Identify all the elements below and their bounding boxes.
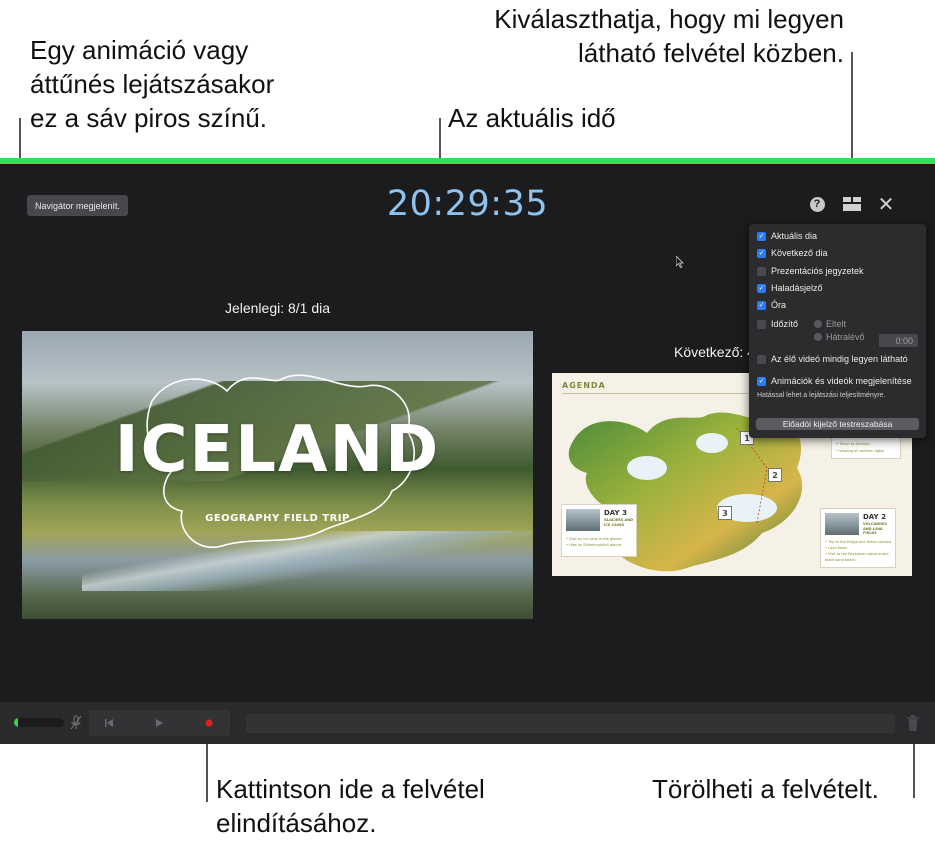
clock: 20:29:35 (386, 184, 549, 224)
map-badge-2: 2 (768, 468, 782, 482)
leader-start-recording (206, 736, 208, 802)
menu-item-next-slide[interactable]: ✓ Következő dia (757, 247, 828, 259)
day2-card: DAY 2 VOLCANOES AND LAVA FIELDS • Trip t… (820, 508, 896, 568)
trash-icon[interactable] (906, 714, 920, 732)
current-slide-subtitle: GEOGRAPHY FIELD TRIP (205, 513, 350, 524)
layout-options-icon[interactable] (842, 194, 862, 214)
radio-icon[interactable] (814, 333, 822, 341)
layout-grid-icon (843, 197, 861, 211)
checkbox-unchecked-icon[interactable] (757, 319, 766, 329)
customize-presenter-display-button[interactable]: Előadói kijelző testreszabása (756, 418, 919, 430)
play-icon (156, 719, 163, 727)
radio-icon[interactable] (814, 320, 822, 328)
checkbox-unchecked-icon[interactable] (757, 266, 766, 276)
skip-back-icon (105, 719, 113, 727)
timer-option-elapsed[interactable]: Eltelt (814, 319, 846, 329)
playback-controls (89, 710, 230, 736)
current-slide-label: Jelenlegi: 8/1 dia (224, 300, 331, 316)
checkbox-unchecked-icon[interactable] (757, 354, 766, 364)
presenter-display: Navigátor megjelenít. 20:29:35 ? ✕ Jelen… (0, 164, 935, 744)
map-badge-3: 3 (718, 506, 732, 520)
timer-value-field[interactable] (879, 334, 918, 347)
checkbox-checked-icon[interactable]: ✓ (757, 376, 766, 386)
recording-timeline[interactable] (246, 714, 895, 733)
rewind-button[interactable] (89, 710, 129, 736)
next-slide-label: Következő: 4 (674, 344, 755, 360)
day3-card: DAY 3 GLACIERS AND ICE CAVES • Visit an … (561, 504, 637, 557)
callout-current-time: Az aktuális idő (448, 103, 616, 133)
menu-item-animations[interactable]: ✓ Animációk és videók megjelenítése (757, 375, 912, 387)
callout-delete-recording: Törölheti a felvételt. (652, 774, 879, 804)
menu-item-timer[interactable]: Időzítő (757, 318, 798, 330)
day3-photo (566, 509, 600, 531)
mouse-cursor-icon (676, 256, 684, 268)
record-icon (205, 719, 213, 727)
menu-item-progress[interactable]: ✓ Haladásjelző (757, 282, 823, 294)
microphone-muted-icon[interactable] (70, 713, 82, 733)
show-navigator-button[interactable]: Navigátor megjelenít. (27, 195, 128, 216)
menu-item-live-video[interactable]: Az élő videó mindig legyen látható (757, 353, 908, 365)
recording-toolbar (0, 702, 935, 744)
menu-item-presenter-notes[interactable]: Prezentációs jegyzetek (757, 265, 864, 277)
checkbox-checked-icon[interactable]: ✓ (757, 231, 766, 241)
mic-level-fill (14, 718, 18, 727)
callout-start-recording: Kattintson ide a felvétel elindításához. (216, 774, 485, 838)
menu-performance-note: Hatással lehet a lejátszási teljesítmény… (757, 392, 886, 399)
callout-animation-bar: Egy animáció vagy áttűnés lejátszásakor … (30, 35, 275, 133)
close-icon[interactable]: ✕ (876, 192, 896, 216)
checkbox-checked-icon[interactable]: ✓ (757, 300, 766, 310)
callout-choose-visible: Kiválaszthatja, hogy mi legyen látható f… (494, 4, 844, 68)
checkbox-checked-icon[interactable]: ✓ (757, 248, 766, 258)
checkbox-checked-icon[interactable]: ✓ (757, 283, 766, 293)
current-slide: ICELAND GEOGRAPHY FIELD TRIP (22, 331, 533, 619)
layout-options-menu: ✓ Aktuális dia ✓ Következő dia Prezentác… (749, 224, 926, 438)
timer-option-remaining[interactable]: Hátralévő (814, 332, 865, 342)
menu-item-clock[interactable]: ✓ Óra (757, 299, 786, 311)
record-button[interactable] (189, 710, 229, 736)
menu-item-current-slide[interactable]: ✓ Aktuális dia (757, 230, 817, 242)
leader-animation-bar (19, 118, 21, 158)
play-button[interactable] (139, 710, 179, 736)
day2-photo (825, 513, 859, 535)
current-slide-title: ICELAND (114, 413, 441, 487)
mic-level-meter (14, 718, 64, 727)
help-icon[interactable]: ? (808, 194, 826, 214)
